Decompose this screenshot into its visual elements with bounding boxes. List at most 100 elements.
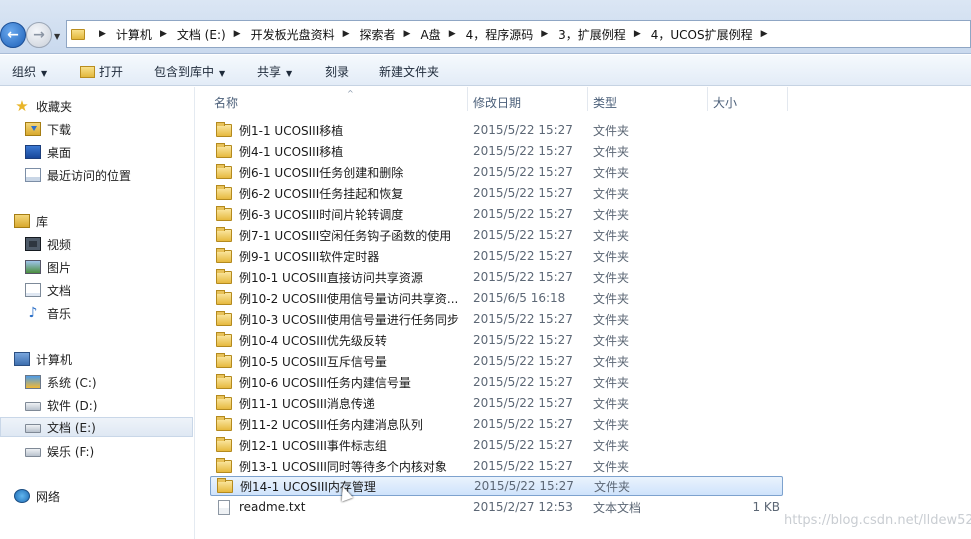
open-button[interactable]: 打开 — [80, 63, 123, 80]
folder-icon — [216, 415, 232, 431]
list-item[interactable]: 例4-1 UCOSIII移植 2015/5/22 15:27 文件夹 — [210, 141, 783, 161]
list-item[interactable]: 例6-3 UCOSIII时间片轮转调度 2015/5/22 15:27 文件夹 — [210, 204, 783, 224]
drive-icon — [25, 448, 41, 457]
file-name: 例9-1 UCOSIII软件定时器 — [239, 249, 380, 264]
file-date: 2015/5/22 15:27 — [473, 396, 573, 410]
folder-icon — [216, 352, 232, 368]
sidebar-item-documents[interactable]: 文档 — [25, 280, 71, 300]
file-date: 2015/5/22 15:27 — [473, 438, 573, 452]
file-type: 文件夹 — [593, 417, 630, 432]
list-item[interactable]: 例9-1 UCOSIII软件定时器 2015/5/22 15:27 文件夹 — [210, 246, 783, 266]
sidebar-item-libraries[interactable]: 库 — [14, 211, 48, 231]
file-type: 文件夹 — [593, 270, 630, 285]
file-date: 2015/5/22 15:27 — [473, 165, 573, 179]
organize-button[interactable]: 组织 ▼ — [12, 63, 47, 80]
sidebar-item-computer[interactable]: 计算机 — [14, 349, 72, 369]
file-type: 文件夹 — [593, 144, 630, 159]
list-item[interactable]: 例10-6 UCOSIII任务内建信号量 2015/5/22 15:27 文件夹 — [210, 372, 783, 392]
breadcrumb-item[interactable]: 3，扩展例程 ▶ — [558, 26, 651, 43]
share-button[interactable]: 共享 ▼ — [257, 63, 292, 80]
file-name: 例6-1 UCOSIII任务创建和删除 — [239, 165, 404, 180]
list-item[interactable]: 例11-1 UCOSIII消息传递 2015/5/22 15:27 文件夹 — [210, 393, 783, 413]
list-item[interactable]: 例1-1 UCOSIII移植 2015/5/22 15:27 文件夹 — [210, 120, 783, 140]
list-item[interactable]: 例6-2 UCOSIII任务挂起和恢复 2015/5/22 15:27 文件夹 — [210, 183, 783, 203]
list-item[interactable]: 例10-2 UCOSIII使用信号量访问共享资... 2015/6/5 16:18… — [210, 288, 783, 308]
column-divider[interactable] — [787, 87, 788, 111]
list-item[interactable]: 例10-3 UCOSIII使用信号量进行任务同步 2015/5/22 15:27 文… — [210, 309, 783, 329]
computer-icon — [14, 352, 30, 366]
list-item[interactable]: 例13-1 UCOSIII同时等待多个内核对象 2015/5/22 15:27 文件… — [210, 456, 783, 476]
address-bar[interactable]: ▶ 计算机 ▶ 文档 (E:) ▶ 开发板光盘资料 ▶ 探索者 ▶ A盘 ▶ 4，程序源码… — [66, 20, 971, 48]
list-item[interactable]: 例7-1 UCOSIII空闲任务钩子函数的使用 2015/5/22 15:27 文件… — [210, 225, 783, 245]
file-date: 2015/5/22 15:27 — [473, 459, 573, 473]
new-folder-button[interactable]: 新建文件夹 — [379, 63, 439, 80]
list-item[interactable]: 例11-2 UCOSIII任务内建消息队列 2015/5/22 15:27 文件夹 — [210, 414, 783, 434]
breadcrumb-item[interactable]: 4，UCOS扩展例程 ▶ — [651, 26, 778, 43]
column-header-size[interactable]: 大小 — [709, 91, 787, 113]
file-type: 文件夹 — [593, 207, 630, 222]
recent-places-icon — [25, 168, 41, 182]
file-date: 2015/2/27 12:53 — [473, 500, 573, 514]
folder-icon — [216, 268, 232, 284]
sidebar-item-favorites[interactable]: ★ 收藏夹 — [14, 96, 72, 116]
list-item[interactable]: 例10-4 UCOSIII优先级反转 2015/5/22 15:27 文件夹 — [210, 330, 783, 350]
forward-button[interactable]: → — [26, 22, 52, 48]
sidebar-item-drive-e[interactable]: 文档 (E:) — [0, 417, 193, 437]
file-date: 2015/5/22 15:27 — [473, 207, 573, 221]
list-item-selected[interactable]: 例14-1 UCOSIII内存管理 2015/5/22 15:27 文件夹 — [210, 476, 783, 496]
drive-icon — [25, 424, 41, 433]
file-list: 名称 ^ 修改日期 类型 大小 例1-1 UCOSIII移植 2015/5/22 1… — [196, 87, 971, 539]
sidebar-item-drive-f[interactable]: 娱乐 (F:) — [25, 441, 94, 461]
list-item[interactable]: 例10-5 UCOSIII互斥信号量 2015/5/22 15:27 文件夹 — [210, 351, 783, 371]
file-type: 文件夹 — [593, 291, 630, 306]
sidebar-item-videos[interactable]: 视频 — [25, 234, 71, 254]
sidebar-item-recent-places[interactable]: 最近访问的位置 — [25, 165, 131, 185]
breadcrumb-item[interactable]: 文档 (E:) ▶ — [177, 26, 251, 43]
list-item[interactable]: 例12-1 UCOSIII事件标志组 2015/5/22 15:27 文件夹 — [210, 435, 783, 455]
column-divider[interactable] — [587, 87, 588, 111]
sidebar-item-network[interactable]: 网络 — [14, 486, 60, 506]
sidebar-item-drive-d[interactable]: 软件 (D:) — [25, 395, 97, 415]
sidebar-item-pictures[interactable]: 图片 — [25, 257, 71, 277]
file-type: 文件夹 — [593, 396, 630, 411]
back-button[interactable]: ← — [0, 22, 26, 48]
sidebar-item-downloads[interactable]: 下载 — [25, 119, 71, 139]
file-date: 2015/5/22 15:27 — [474, 479, 574, 493]
burn-button[interactable]: 刻录 — [325, 63, 349, 80]
file-type: 文件夹 — [593, 228, 630, 243]
file-name: 例10-1 UCOSIII直接访问共享资源 — [239, 270, 423, 285]
breadcrumb-item[interactable]: 探索者 ▶ — [360, 26, 421, 43]
sidebar-item-desktop[interactable]: 桌面 — [25, 142, 71, 162]
file-type: 文件夹 — [593, 459, 630, 474]
folder-icon — [216, 394, 232, 410]
folder-icon — [216, 121, 232, 137]
folder-icon — [216, 142, 232, 158]
folder-icon — [216, 331, 232, 347]
breadcrumb-item[interactable]: 计算机 ▶ — [116, 26, 177, 43]
list-item[interactable]: 例10-1 UCOSIII直接访问共享资源 2015/5/22 15:27 文件夹 — [210, 267, 783, 287]
column-header-date[interactable]: 修改日期 — [469, 91, 589, 113]
file-date: 2015/5/22 15:27 — [473, 186, 573, 200]
sidebar-item-drive-c[interactable]: 系统 (C:) — [25, 372, 97, 392]
recent-pages-dropdown[interactable]: ▼ — [54, 32, 60, 41]
list-item[interactable]: 例6-1 UCOSIII任务创建和删除 2015/5/22 15:27 文件夹 — [210, 162, 783, 182]
column-divider[interactable] — [707, 87, 708, 111]
file-name: 例7-1 UCOSIII空闲任务钩子函数的使用 — [239, 228, 452, 243]
column-divider[interactable] — [467, 87, 468, 111]
include-in-library-button[interactable]: 包含到库中 ▼ — [154, 63, 225, 80]
column-header-type[interactable]: 类型 — [589, 91, 709, 113]
library-icon — [14, 214, 30, 228]
breadcrumb-item[interactable]: 开发板光盘资料 ▶ — [251, 26, 360, 43]
breadcrumb-item[interactable]: 4，程序源码 ▶ — [466, 26, 559, 43]
breadcrumb-sep[interactable]: ▶ — [91, 29, 116, 39]
file-name: readme.txt — [239, 500, 306, 514]
breadcrumb-item[interactable]: A盘 ▶ — [420, 26, 465, 43]
file-type: 文件夹 — [593, 165, 630, 180]
column-header-name[interactable]: 名称 ^ — [210, 89, 467, 113]
file-type: 文件夹 — [593, 186, 630, 201]
list-item[interactable]: readme.txt 2015/2/27 12:53 文本文档 1 KB — [210, 497, 783, 517]
open-icon — [80, 66, 95, 78]
file-name: 例10-3 UCOSIII使用信号量进行任务同步 — [239, 312, 459, 327]
sort-up-icon: ^ — [347, 89, 354, 98]
sidebar-item-music[interactable]: ♪ 音乐 — [25, 303, 71, 323]
